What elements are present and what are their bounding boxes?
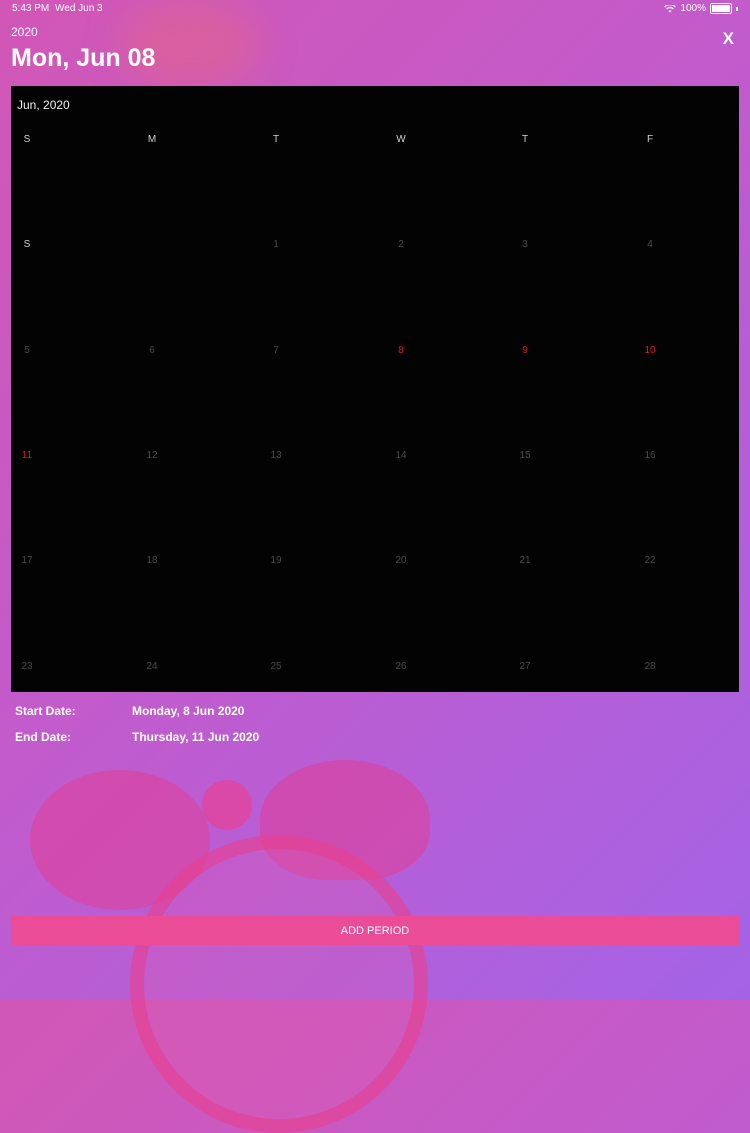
- selected-year: 2020: [11, 25, 38, 39]
- calendar-day[interactable]: 26: [371, 661, 431, 672]
- status-time: 5:43 PM: [12, 3, 50, 14]
- calendar-month-label: Jun, 2020: [17, 98, 70, 112]
- add-period-button[interactable]: ADD PERIOD: [11, 916, 739, 945]
- calendar-day[interactable]: 4: [620, 239, 680, 250]
- calendar-day[interactable]: 15: [495, 450, 555, 461]
- calendar-day[interactable]: 3: [495, 239, 555, 250]
- start-date-value: Monday, 8 Jun 2020: [132, 704, 245, 718]
- calendar-day[interactable]: 20: [371, 555, 431, 566]
- end-date-label: End Date:: [15, 730, 72, 744]
- calendar-day-selected[interactable]: 11: [0, 450, 57, 461]
- status-right: 100%: [664, 3, 738, 14]
- calendar-day[interactable]: 13: [246, 450, 306, 461]
- calendar-grid: S M T W T F S 1 2 3 4 5 6 7 8 9 10 11 12 13 14 15 16 17 18 19 20 21…: [11, 126, 739, 692]
- status-bar: 5:43 PM Wed Jun 3 100%: [0, 0, 750, 18]
- calendar-day[interactable]: 5: [0, 345, 57, 356]
- calendar-day[interactable]: 28: [620, 661, 680, 672]
- calendar-day[interactable]: 25: [246, 661, 306, 672]
- close-button[interactable]: X: [723, 29, 734, 49]
- calendar-day[interactable]: 16: [620, 450, 680, 461]
- end-date-value: Thursday, 11 Jun 2020: [132, 730, 260, 744]
- alarm-clock-decoration: [130, 835, 428, 1133]
- calendar-day[interactable]: 19: [246, 555, 306, 566]
- calendar-day[interactable]: 23: [0, 661, 57, 672]
- wifi-icon: [664, 4, 677, 12]
- weekday-header: M: [147, 134, 157, 145]
- calendar-day-selected[interactable]: 9: [495, 345, 555, 356]
- weekday-header: T: [521, 134, 529, 145]
- calendar-day[interactable]: 2: [371, 239, 431, 250]
- calendar-day[interactable]: 24: [122, 661, 182, 672]
- weekday-header: F: [646, 134, 654, 145]
- weekday-header: S: [23, 134, 31, 145]
- calendar-day[interactable]: 17: [0, 555, 57, 566]
- calendar-day[interactable]: 12: [122, 450, 182, 461]
- calendar-day-selected[interactable]: 10: [620, 345, 680, 356]
- calendar-day[interactable]: S: [0, 239, 57, 250]
- calendar-day[interactable]: 6: [122, 345, 182, 356]
- weekday-header: T: [272, 134, 280, 145]
- calendar-day[interactable]: 7: [246, 345, 306, 356]
- calendar: Jun, 2020 S M T W T F S 1 2 3 4 5 6 7 8 9 10 11 12 13 14 15 16…: [11, 86, 739, 692]
- battery-icon: [710, 3, 732, 14]
- battery-tip: [736, 6, 738, 11]
- calendar-day[interactable]: 14: [371, 450, 431, 461]
- calendar-day[interactable]: 22: [620, 555, 680, 566]
- calendar-day-selected[interactable]: 8: [371, 345, 431, 356]
- calendar-day[interactable]: 18: [122, 555, 182, 566]
- battery-percent: 100%: [680, 3, 706, 14]
- calendar-day[interactable]: 1: [246, 239, 306, 250]
- calendar-day[interactable]: 21: [495, 555, 555, 566]
- alarm-knob-decoration: [202, 780, 252, 830]
- weekday-header: W: [396, 134, 406, 145]
- status-date: Wed Jun 3: [55, 3, 103, 14]
- calendar-day[interactable]: 27: [495, 661, 555, 672]
- selected-date-title: Mon, Jun 08: [11, 44, 156, 72]
- start-date-label: Start Date:: [15, 704, 76, 718]
